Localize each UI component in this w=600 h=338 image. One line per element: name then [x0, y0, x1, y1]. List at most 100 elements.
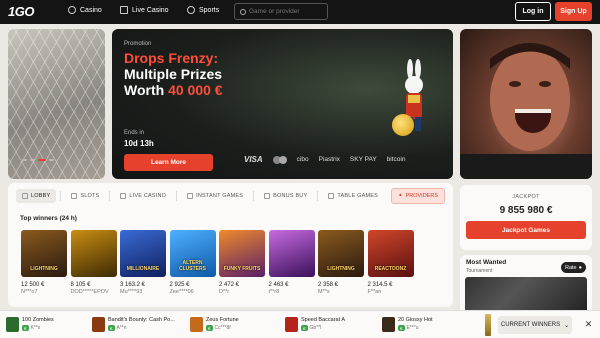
ticker-game-thumbnail — [6, 317, 19, 332]
carousel-dot[interactable] — [49, 159, 54, 161]
casino-chip-icon — [68, 6, 76, 14]
current-winners-toggle[interactable]: CURRENT WINNERS ⌄ — [498, 316, 572, 334]
jackpot-card: JACKPOT 9 855 980 € Jackpot Games — [460, 185, 592, 250]
mastercard-icon — [272, 155, 287, 164]
live-casino-icon — [120, 193, 127, 199]
jackpot-games-button[interactable]: Jackpot Games — [466, 221, 586, 239]
winner-card[interactable]: LIGHTNING 2 358 € M**s — [318, 230, 364, 295]
nav-casino[interactable]: Casino — [68, 6, 102, 14]
providers-icon: ✦ — [397, 193, 403, 199]
promo-title-line3-white: Worth — [124, 82, 169, 98]
win-amount: 2 472 € — [219, 282, 240, 288]
ticker-game-name: 20 Glossy Hot — [398, 317, 433, 323]
coins-image — [392, 114, 414, 136]
rate-button[interactable]: Rate ● — [561, 262, 586, 273]
tab-bonus-buy[interactable]: BONUS BUY — [258, 189, 313, 203]
tab-table-games[interactable]: TABLE GAMES — [322, 189, 384, 203]
slots-icon — [71, 193, 78, 199]
winner-card[interactable]: ALTERN CLUSTERS 2 925 € Zee****06 — [169, 230, 216, 295]
ticker-win-badge: € — [22, 325, 29, 331]
side-banner-right[interactable] — [460, 29, 592, 179]
lobby-icon — [22, 193, 28, 199]
logo-text: GO — [14, 4, 35, 19]
win-amount: 2 314.5 € — [367, 282, 393, 288]
search-box — [234, 3, 328, 20]
winner-card[interactable]: FUNKY FRUITS 2 472 € D**r — [219, 230, 265, 295]
bitcoin-logo: bitcoin — [386, 156, 406, 163]
ticker-item[interactable]: Zeus Fortune € Cc***8f — [190, 317, 239, 332]
cheering-man-image — [460, 43, 592, 179]
winner-card[interactable]: MILLIONAIRE 3 163.2 € Mu****93 — [120, 230, 166, 295]
ticker-game-name: Zeus Fortune — [206, 317, 239, 323]
ticker-item[interactable]: Speed Baccarat A € Gb**l — [285, 317, 345, 332]
game-title-art: FUNKY FRUITS — [223, 266, 261, 272]
most-wanted-subtitle: Tournament — [466, 268, 493, 274]
win-amount: 8 105 € — [70, 282, 91, 288]
nav-casino-label: Casino — [80, 6, 102, 14]
winner-username: DOD*****EPOV — [70, 289, 109, 295]
carousel-dot[interactable] — [22, 159, 27, 161]
tab-divider — [176, 191, 178, 201]
tab-lobby-label: LOBBY — [31, 193, 51, 199]
ticker-username: E***u — [406, 325, 419, 331]
winner-card[interactable]: REACTOONZ 2 314.5 € F**an — [367, 230, 414, 295]
tab-divider — [317, 191, 319, 201]
side-banner-left[interactable] — [8, 29, 105, 179]
win-amount: 3 163.2 € — [120, 282, 146, 288]
nav-sports[interactable]: Sports — [187, 6, 219, 14]
winner-username: Mu****93 — [120, 289, 143, 295]
ticker-game-thumbnail — [382, 317, 395, 332]
winner-card[interactable]: LIGHTNING 12 500 € N***o7 — [21, 230, 67, 295]
learn-more-button[interactable]: Learn More — [124, 154, 213, 171]
game-thumbnail[interactable] — [70, 230, 117, 277]
top-bar: 1GO Casino Live Casino Sports Log in Sig… — [0, 0, 600, 24]
game-thumbnail[interactable]: LIGHTNING — [21, 230, 67, 277]
providers-label: PROVIDERS — [405, 193, 438, 199]
current-winners-label: CURRENT WINNERS — [500, 322, 561, 328]
logo[interactable]: 1GO — [8, 4, 34, 19]
winner-username: F**an — [367, 289, 382, 295]
chevron-down-icon: ⌄ — [564, 322, 570, 329]
winner-username: N***o7 — [21, 289, 38, 295]
skypay-logo: SKY PAY — [349, 156, 377, 163]
winner-card[interactable]: 8 105 € DOD*****EPOV — [70, 230, 117, 295]
close-icon[interactable]: ✕ — [583, 319, 594, 330]
carousel-dots — [22, 159, 54, 161]
tab-live-casino[interactable]: LIVE CASINO — [114, 189, 172, 203]
login-button[interactable]: Log in — [515, 2, 551, 21]
game-thumbnail[interactable]: ALTERN CLUSTERS — [169, 230, 216, 277]
tab-slots[interactable]: SLOTS — [65, 189, 105, 203]
jackpot-label: JACKPOT — [512, 194, 540, 200]
game-thumbnail[interactable]: REACTOONZ — [367, 230, 414, 277]
signup-button[interactable]: Sign Up — [555, 2, 592, 21]
ticker-item[interactable]: 100 Zombies € K**s — [6, 317, 54, 332]
ticker-game-thumbnail — [190, 317, 203, 332]
game-thumbnail[interactable]: FUNKY FRUITS — [219, 230, 265, 277]
tab-slots-label: SLOTS — [80, 193, 100, 199]
carousel-dot[interactable] — [30, 159, 35, 161]
game-thumbnail[interactable] — [268, 230, 315, 277]
nav-sports-label: Sports — [199, 6, 220, 14]
providers-button[interactable]: ✦ PROVIDERS — [391, 188, 445, 204]
most-wanted-card[interactable]: Most Wanted Tournament Rate ● — [460, 255, 592, 315]
search-input[interactable] — [249, 8, 327, 15]
tab-instant-games[interactable]: INSTANT GAMES — [181, 189, 249, 203]
game-thumbnail[interactable]: LIGHTNING — [318, 230, 364, 277]
ticker-username: A**n — [116, 325, 127, 331]
piastrix-logo: Piastrix — [318, 156, 340, 163]
game-thumbnail[interactable]: MILLIONAIRE — [120, 230, 166, 277]
ticker-item[interactable]: Bandit's Bounty: Cash Po... € A**n — [92, 317, 175, 332]
tab-lobby[interactable]: LOBBY — [16, 189, 57, 203]
promo-banner[interactable]: Promotion Drops Frenzy: Multiple Prizes … — [112, 29, 453, 179]
game-title-art: LIGHTNING — [327, 266, 355, 272]
carousel-dot-active[interactable] — [38, 159, 46, 161]
winner-card[interactable]: 2 463 € t**r8 — [268, 230, 315, 295]
nav-live-casino[interactable]: Live Casino — [120, 6, 169, 14]
nav-live-casino-label: Live Casino — [132, 6, 169, 14]
ticker-game-name: 100 Zombies — [22, 317, 54, 323]
promo-title-line3: Worth 40 000 € — [124, 82, 223, 98]
ticker-item[interactable]: 20 Glossy Hot € E***u — [382, 317, 433, 332]
tab-instant-games-label: INSTANT GAMES — [196, 193, 244, 199]
info-icon: ● — [578, 264, 582, 271]
ticker-game-name: Bandit's Bounty: Cash Po... — [108, 317, 175, 323]
